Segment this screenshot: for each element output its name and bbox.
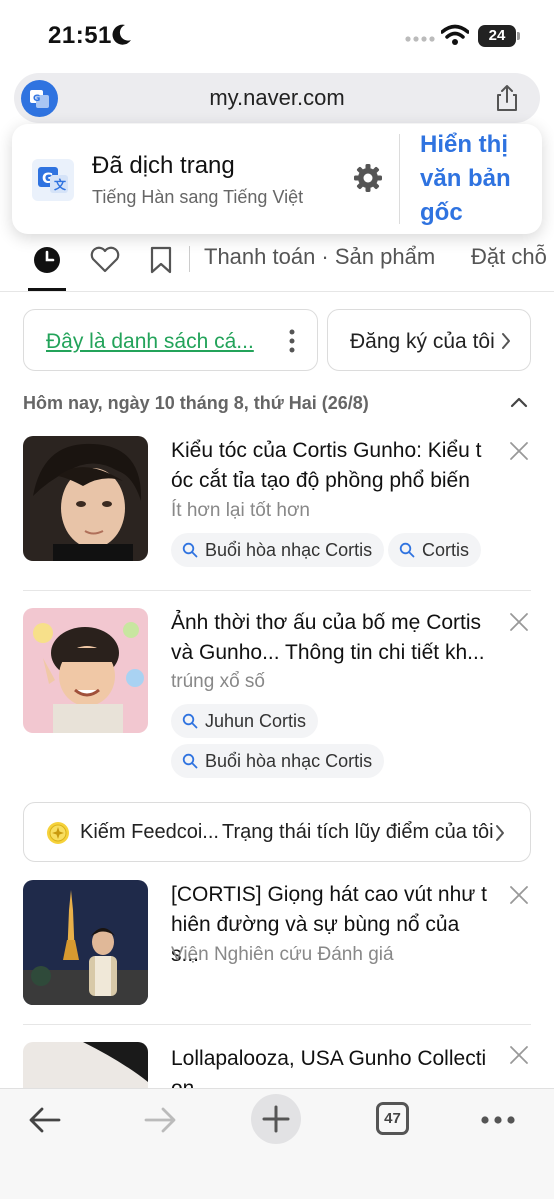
search-tag-label: Juhun Cortis: [205, 711, 307, 731]
chevron-right-icon: [496, 825, 504, 841]
new-tab-button[interactable]: [251, 1094, 301, 1144]
tab-payments-products[interactable]: Thanh toán · Sản phẩm: [204, 244, 435, 270]
article-title-line: [CORTIS] Giọng hát cao vút như t: [171, 883, 487, 906]
bookmark-icon[interactable]: [144, 243, 178, 277]
feed-item[interactable]: Ảnh thời thơ ấu của bố mẹ Cortis và Gunh…: [0, 607, 554, 782]
article-title[interactable]: Ảnh thời thơ ấu của bố mẹ Cortis và Gunh…: [171, 608, 491, 668]
translate-button[interactable]: G: [21, 80, 58, 117]
feed-tabs: Thanh toán · Sản phẩm Đặt chỗ: [0, 234, 554, 292]
feedcoin-banner[interactable]: Kiếm Feedcoi... Trạng thái tích lũy điểm…: [23, 802, 531, 862]
share-icon[interactable]: [492, 83, 522, 113]
article-source: Ít hơn lại tốt hơn: [171, 500, 310, 521]
article-title[interactable]: Kiểu tóc của Cortis Gunho: Kiểu t óc cắt…: [171, 436, 491, 496]
article-source: Viện Nghiên cứu Đánh giá: [171, 944, 394, 965]
close-icon[interactable]: [508, 1044, 530, 1066]
plus-icon: [262, 1105, 290, 1133]
translate-icon: G: [30, 90, 49, 108]
feed-divider: [23, 1024, 531, 1025]
more-options-icon[interactable]: [289, 328, 295, 354]
list-chip-label[interactable]: Đây là danh sách cá...: [46, 330, 254, 354]
wifi-icon: [441, 24, 469, 45]
google-translate-icon: G 文: [32, 159, 74, 201]
forward-arrow-icon[interactable]: [142, 1105, 178, 1135]
feed-item[interactable]: [CORTIS] Giọng hát cao vút như t hiên đư…: [0, 880, 554, 1010]
tab-separator: [189, 246, 190, 272]
close-icon[interactable]: [508, 884, 530, 906]
search-icon: [182, 713, 198, 729]
chevron-right-icon: [502, 333, 510, 349]
search-tag[interactable]: Juhun Cortis: [171, 704, 319, 738]
status-bar: 21:51 24: [0, 0, 554, 72]
gear-icon[interactable]: [352, 162, 384, 194]
search-tag[interactable]: Buổi hòa nhạc Cortis: [171, 744, 385, 778]
svg-text:G: G: [33, 94, 40, 104]
chevron-up-icon[interactable]: [509, 394, 529, 410]
article-title-line: óc cắt tỉa tạo độ phồng phổ biến: [171, 469, 470, 492]
tab-count-button[interactable]: 47: [376, 1102, 409, 1135]
svg-text:文: 文: [54, 177, 67, 192]
article-thumbnail[interactable]: [23, 436, 148, 561]
status-time: 21:51: [48, 22, 112, 49]
search-icon: [182, 753, 198, 769]
url-text[interactable]: my.naver.com: [14, 85, 540, 111]
show-original-line: văn bản: [420, 165, 511, 192]
article-thumbnail[interactable]: [23, 880, 148, 1005]
translation-popup: G 文 Đã dịch trang Tiếng Hàn sang Tiếng V…: [12, 124, 542, 234]
tab-reservations[interactable]: Đặt chỗ: [471, 244, 547, 270]
date-header: Hôm nay, ngày 10 tháng 8, thứ Hai (26/8): [23, 393, 369, 413]
search-icon: [399, 542, 415, 558]
article-source: trúng xổ số: [171, 671, 265, 692]
coin-icon: [47, 822, 69, 844]
search-tag-label: Buổi hòa nhạc Cortis: [205, 751, 373, 771]
active-tab-indicator: [28, 288, 66, 291]
search-tag-label: Cortis: [422, 540, 470, 560]
article-title-line: Ảnh thời thơ ấu của bố mẹ Cortis: [171, 611, 482, 634]
cellular-signal-icon: [405, 36, 435, 42]
search-tag[interactable]: Buổi hòa nhạc Cortis: [171, 533, 385, 567]
close-icon[interactable]: [508, 611, 530, 633]
my-subscriptions-label: Đăng ký của tôi: [350, 330, 495, 353]
search-icon: [182, 542, 198, 558]
heart-icon[interactable]: [88, 243, 122, 277]
feed-item[interactable]: Lollapalooza, USA Gunho Collecti on: [0, 1042, 554, 1088]
clock-icon[interactable]: [30, 243, 64, 277]
article-title-line: on: [171, 1074, 491, 1088]
battery-nub: [517, 32, 520, 40]
feed-divider: [23, 590, 531, 591]
popup-divider: [399, 134, 400, 224]
list-chip[interactable]: Đây là danh sách cá...: [23, 309, 318, 371]
battery-indicator: 24: [478, 25, 516, 47]
translation-languages: Tiếng Hàn sang Tiếng Việt: [92, 187, 304, 207]
earn-feedcoin-label: Kiếm Feedcoi...: [80, 821, 219, 843]
article-title-line: Lollapalooza, USA Gunho Collecti: [171, 1047, 487, 1070]
article-title[interactable]: Lollapalooza, USA Gunho Collecti on: [171, 1044, 491, 1088]
search-tag-label: Buổi hòa nhạc Cortis: [205, 540, 373, 560]
show-original-line: Hiển thị: [420, 131, 508, 158]
my-subscriptions-chip[interactable]: Đăng ký của tôi: [327, 309, 531, 371]
translated-title: Đã dịch trang: [92, 152, 235, 179]
address-bar[interactable]: my.naver.com G: [14, 73, 540, 123]
moon-icon: [112, 24, 131, 45]
close-icon[interactable]: [508, 440, 530, 462]
points-status-label: Trạng thái tích lũy điểm của tôi: [222, 821, 494, 843]
back-arrow-icon[interactable]: [27, 1105, 63, 1135]
more-menu-icon[interactable]: [480, 1115, 516, 1125]
search-tag[interactable]: Cortis: [388, 533, 482, 567]
article-title-line: và Gunho... Thông tin chi tiết kh...: [171, 641, 485, 664]
article-title-line: Kiểu tóc của Cortis Gunho: Kiểu t: [171, 439, 482, 462]
feed-item[interactable]: Kiểu tóc của Cortis Gunho: Kiểu t óc cắt…: [0, 436, 554, 567]
article-thumbnail[interactable]: [23, 1042, 148, 1088]
show-original-button[interactable]: Hiển thị văn bản gốc: [420, 128, 530, 230]
article-thumbnail[interactable]: [23, 608, 148, 733]
show-original-line: gốc: [420, 199, 463, 226]
